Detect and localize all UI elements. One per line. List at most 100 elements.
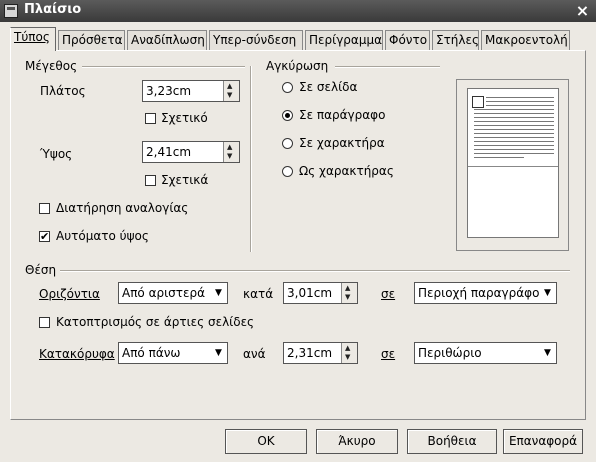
horizontal-by-value: 3,01cm bbox=[287, 286, 333, 300]
preview-line bbox=[474, 149, 554, 150]
preview-line bbox=[474, 129, 554, 130]
preview-line bbox=[474, 121, 554, 122]
tab-label: Τύπος bbox=[14, 30, 50, 44]
horizontal-to-label: σε bbox=[381, 287, 395, 301]
horizontal-by-label: κατά bbox=[243, 287, 274, 301]
ok-button[interactable]: OK bbox=[225, 429, 307, 454]
preview-line bbox=[474, 109, 554, 110]
width-value: 3,23cm bbox=[146, 84, 192, 98]
preview-line bbox=[474, 113, 554, 114]
preview-line bbox=[474, 141, 554, 142]
preview-line bbox=[474, 145, 554, 146]
tab-label: Στήλες bbox=[436, 33, 480, 47]
tab-options[interactable]: Πρόσθετα bbox=[58, 30, 125, 50]
vertical-spin-buttons[interactable]: ▲ ▼ bbox=[341, 343, 357, 363]
tab-label: Φόντο bbox=[389, 33, 428, 47]
tab-background[interactable]: Φόντο bbox=[385, 30, 430, 50]
cancel-button[interactable]: Άκυρο bbox=[316, 429, 398, 454]
position-separator bbox=[60, 270, 570, 272]
horizontal-label-text: Οριζόντια bbox=[39, 287, 100, 301]
tab-label: Υπερ-σύνδεση bbox=[213, 33, 297, 47]
anchor-character-radio[interactable] bbox=[282, 138, 293, 149]
anchor-as-character-radio[interactable] bbox=[282, 166, 293, 177]
chevron-down-icon[interactable]: ▼ bbox=[540, 284, 555, 302]
tab-label: Μακροεντολή bbox=[485, 33, 568, 47]
tab-type[interactable]: Τύπος bbox=[10, 27, 56, 51]
height-relative-label: Σχετικά bbox=[161, 173, 209, 187]
preview-line bbox=[474, 125, 554, 126]
spin-down-icon[interactable]: ▼ bbox=[227, 91, 232, 99]
vertical-to-label: σε bbox=[381, 347, 395, 361]
spin-down-icon[interactable]: ▼ bbox=[345, 353, 350, 361]
height-spinbox[interactable]: 2,41cm ▲ ▼ bbox=[142, 141, 240, 163]
reset-button[interactable]: Επαναφορά bbox=[503, 429, 583, 454]
mirror-label: Κατοπτρισμός σε άρτιες σελίδες bbox=[56, 315, 255, 329]
tab-label: Πρόσθετα bbox=[62, 33, 123, 47]
spin-up-icon[interactable]: ▲ bbox=[227, 82, 232, 90]
auto-height-checkbox[interactable]: ✔ bbox=[39, 231, 50, 242]
help-button[interactable]: Βοήθεια bbox=[407, 429, 497, 454]
anchor-as-character-label: Ως χαρακτήρας bbox=[299, 164, 394, 178]
height-relative-checkbox[interactable] bbox=[145, 175, 156, 186]
anchor-paragraph-radio[interactable] bbox=[282, 110, 293, 121]
height-value: 2,41cm bbox=[146, 145, 192, 159]
spin-down-icon[interactable]: ▼ bbox=[227, 152, 232, 160]
horizontal-label: Οριζόντια bbox=[39, 287, 100, 301]
size-separator bbox=[82, 66, 245, 68]
preview-line bbox=[474, 153, 554, 154]
vertical-value: Από πάνω bbox=[122, 346, 181, 360]
spin-up-icon[interactable]: ▲ bbox=[345, 284, 350, 292]
preview-divider bbox=[468, 166, 558, 167]
mirror-checkbox[interactable] bbox=[39, 317, 50, 328]
tab-borders[interactable]: Περίγραμμα bbox=[305, 30, 383, 50]
horizontal-to-value: Περιοχή παραγράφου bbox=[418, 286, 540, 300]
horizontal-spin-buttons[interactable]: ▲ ▼ bbox=[341, 283, 357, 303]
tab-wrap[interactable]: Αναδίπλωση bbox=[127, 30, 207, 50]
layout-preview bbox=[456, 79, 569, 251]
spin-up-icon[interactable]: ▲ bbox=[345, 344, 350, 352]
tab-columns[interactable]: Στήλες bbox=[432, 30, 479, 50]
horizontal-dropdown[interactable]: Από αριστερά ▼ bbox=[118, 282, 228, 304]
auto-height-label: Αυτόματο ύψος bbox=[56, 229, 149, 243]
chevron-down-icon[interactable]: ▼ bbox=[211, 344, 226, 362]
horizontal-to-text: σε bbox=[381, 287, 396, 301]
anchor-paragraph-label: Σε παράγραφο bbox=[299, 108, 386, 122]
tab-label: Αναδίπλωση bbox=[131, 33, 205, 47]
width-relative-label: Σχετικό bbox=[161, 111, 208, 125]
tab-hyperlink[interactable]: Υπερ-σύνδεση bbox=[209, 30, 303, 50]
preview-line bbox=[474, 137, 554, 138]
preview-line bbox=[486, 101, 554, 102]
vertical-to-text: σε bbox=[381, 347, 396, 361]
vertical-by-value: 2,31cm bbox=[287, 346, 333, 360]
anchor-page-label: Σε σελίδα bbox=[299, 80, 358, 94]
vertical-by-spinbox[interactable]: 2,31cm ▲ ▼ bbox=[283, 342, 358, 364]
horizontal-by-spinbox[interactable]: 3,01cm ▲ ▼ bbox=[283, 282, 358, 304]
title-bar: Πλαίσιο × bbox=[0, 0, 596, 22]
preview-line bbox=[474, 117, 554, 118]
spin-down-icon[interactable]: ▼ bbox=[345, 293, 350, 301]
preview-line bbox=[474, 133, 554, 134]
position-legend: Θέση bbox=[25, 263, 57, 277]
close-icon[interactable]: × bbox=[574, 3, 591, 19]
keep-ratio-label: Διατήρηση αναλογίας bbox=[56, 201, 189, 215]
horizontal-to-dropdown[interactable]: Περιοχή παραγράφου ▼ bbox=[414, 282, 557, 304]
keep-ratio-checkbox[interactable] bbox=[39, 203, 50, 214]
vertical-label-text: Κατακόρυφα bbox=[39, 347, 115, 361]
anchor-page-radio[interactable] bbox=[282, 82, 293, 93]
chevron-down-icon[interactable]: ▼ bbox=[211, 284, 226, 302]
height-spin-buttons[interactable]: ▲ ▼ bbox=[223, 142, 239, 162]
width-spin-buttons[interactable]: ▲ ▼ bbox=[223, 81, 239, 101]
size-legend: Μέγεθος bbox=[25, 59, 78, 73]
tab-label: Περίγραμμα bbox=[309, 33, 382, 47]
vertical-to-dropdown[interactable]: Περιθώριο ▼ bbox=[414, 342, 557, 364]
anchor-separator bbox=[335, 66, 440, 68]
preview-page bbox=[467, 88, 559, 238]
width-label: Πλάτος bbox=[40, 84, 86, 98]
tab-macro[interactable]: Μακροεντολή bbox=[481, 30, 570, 50]
chevron-down-icon[interactable]: ▼ bbox=[540, 344, 555, 362]
spin-up-icon[interactable]: ▲ bbox=[227, 143, 232, 151]
preview-line bbox=[486, 105, 554, 106]
width-spinbox[interactable]: 3,23cm ▲ ▼ bbox=[142, 80, 240, 102]
vertical-dropdown[interactable]: Από πάνω ▼ bbox=[118, 342, 228, 364]
width-relative-checkbox[interactable] bbox=[145, 113, 156, 124]
